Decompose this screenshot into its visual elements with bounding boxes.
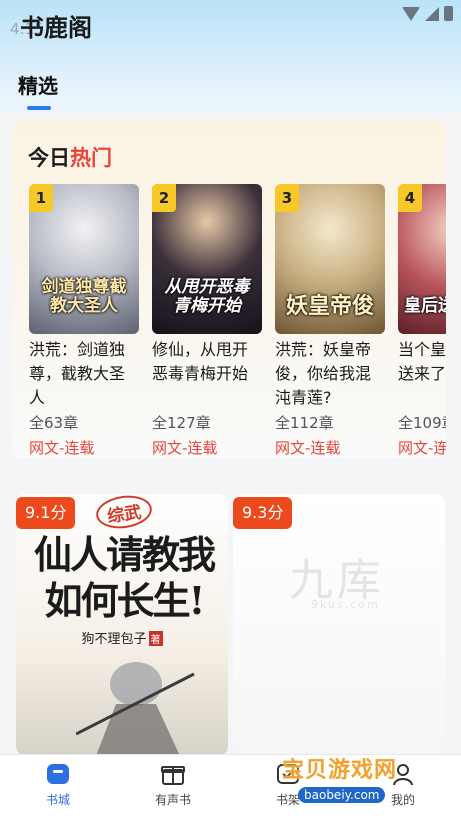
book-tag: 网文-连 (398, 439, 446, 457)
book-name[interactable]: 当个皇身，皇送来了 (398, 338, 446, 410)
book-cover[interactable]: 2 从甩开恶毒青梅开始 (152, 184, 262, 334)
tab-active-indicator (27, 106, 51, 110)
nav-audiobook[interactable]: 有声书 (138, 761, 208, 808)
wifi-icon (402, 6, 420, 21)
rank-badge: 1 (29, 184, 53, 212)
watermark: 宝贝游戏网 baobeiy.com (282, 752, 397, 803)
book-chapters: 全127章 (152, 414, 211, 432)
book-item[interactable]: 4 皇后送来了 当个皇身，皇送来了 全109章 网文-连 (398, 184, 446, 458)
hot-title-highlight: 热门 (70, 146, 112, 170)
book-chapters: 全109章 (398, 414, 446, 432)
book-name[interactable]: 修仙，从甩开恶毒青梅开始 (152, 338, 262, 410)
rank-badge: 4 (398, 184, 422, 212)
nav-label: 有声书 (154, 793, 191, 807)
watermark-sub: baobeiy.com (298, 787, 386, 803)
book-cover[interactable]: 1 剑道独尊截教大圣人 (29, 184, 139, 334)
watermark-main: 宝贝游戏网 (282, 758, 398, 783)
bookstore-icon (47, 764, 69, 784)
book-chapters: 全63章 (29, 414, 79, 432)
book-tag: 网文-连载 (152, 439, 218, 457)
score-badge: 9.3分 (233, 497, 293, 529)
book-name[interactable]: 洪荒：妖皇帝俊，你给我混沌青莲? (275, 338, 385, 410)
book-chapters: 全112章 (275, 414, 334, 432)
genre-badge: 综武 (94, 494, 154, 532)
cover-title: 仙人请教我如何长生! (33, 532, 216, 623)
book-cover[interactable]: 3 妖皇帝俊 (275, 184, 385, 334)
book-item[interactable]: 2 从甩开恶毒青梅开始 修仙，从甩开恶毒青梅开始 全127章 网文-连载 (152, 184, 262, 458)
hot-today-card: 今日热门 1 剑道独尊截教大圣人 洪荒：剑道独尊，截教大圣人 全63章 网文-连… (12, 120, 446, 458)
cover-title: 剑道独尊截教大圣人 (41, 277, 127, 316)
warrior-illustration (76, 662, 195, 756)
book-tag: 网文-连载 (29, 439, 95, 457)
cover-title: 皇后送来了 (404, 296, 446, 316)
book-name[interactable]: 洪荒：剑道独尊，截教大圣人 (29, 338, 139, 410)
book-item[interactable]: 1 剑道独尊截教大圣人 洪荒：剑道独尊，截教大圣人 全63章 网文-连载 (29, 184, 139, 458)
book-cover[interactable]: 4 皇后送来了 (398, 184, 446, 334)
nav-label: 书城 (45, 793, 70, 807)
book-tag: 网文-连载 (275, 439, 341, 457)
hot-title-prefix: 今日 (28, 146, 70, 170)
app-title: 书鹿阁 (20, 14, 92, 42)
featured-book-cover[interactable]: 9.3分 九库 9kus.com (233, 494, 445, 756)
tab-featured[interactable]: 精选 (18, 70, 58, 99)
cover-title: 从甩开恶毒青梅开始 (164, 277, 250, 316)
status-icons (402, 6, 453, 21)
rank-badge: 2 (152, 184, 176, 212)
rank-badge: 3 (275, 184, 299, 212)
featured-book-cover[interactable]: 9.1分 综武 仙人请教我如何长生! 狗不理包子著 (16, 494, 228, 756)
placeholder-site: 9kus.com (311, 598, 380, 611)
hot-today-title: 今日热门 (28, 142, 112, 172)
signal-icon (425, 6, 439, 21)
cover-title: 妖皇帝俊 (285, 293, 374, 319)
score-badge: 9.1分 (16, 497, 76, 529)
nav-bookstore[interactable]: 书城 (23, 761, 93, 808)
battery-icon (444, 6, 453, 21)
gift-icon (161, 766, 185, 785)
book-item[interactable]: 3 妖皇帝俊 洪荒：妖皇帝俊，你给我混沌青莲? 全112章 网文-连载 (275, 184, 385, 458)
